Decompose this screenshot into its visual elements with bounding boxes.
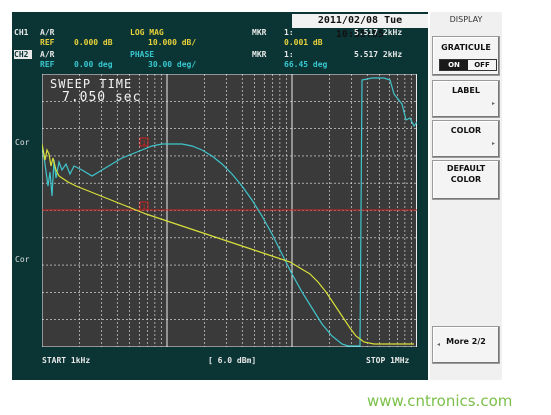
color-button-label: COLOR [450, 126, 482, 135]
softkey-menu-title: DISPLAY [449, 15, 483, 24]
graticule-on: ON [440, 60, 468, 70]
more-button[interactable]: More 2/2 ◂ [432, 326, 500, 364]
trace-plot[interactable]: 1 1 SWEEP TIME 7.050 sec [42, 74, 417, 347]
ch1-format: LOG MAG [130, 28, 164, 37]
graticule-off: OFF [474, 61, 490, 69]
ch2-mkr-value: 66.45 deg [284, 60, 328, 69]
ch2-tag[interactable]: CH2 [14, 50, 32, 59]
ch1-tag[interactable]: CH1 [14, 28, 32, 37]
analyzer-screen: 2011/02/08 Tue 10:55:55 CH1 A/R LOG MAG … [12, 12, 428, 380]
graticule-button[interactable]: GRATICULE ON OFF [432, 36, 500, 76]
sweep-time-label: SWEEP TIME [50, 77, 133, 91]
default-color-button[interactable]: DEFAULT COLOR [432, 160, 500, 200]
cor-tag-upper: Cor [15, 138, 30, 147]
datetime: 2011/02/08 Tue 10:55:55 [292, 14, 428, 40]
watermark: www.cntronics.com [367, 392, 513, 410]
ch2-mkr-label: MKR [252, 50, 267, 59]
ch1-mkr-freq: 5.517 2kHz [354, 28, 403, 37]
ch1-ref-value: 0.000 dB [74, 38, 113, 47]
source-power: [ 6.0 dBm] [208, 356, 257, 365]
color-button[interactable]: COLOR ▸ [432, 120, 500, 158]
graticule-label: GRATICULE [441, 43, 491, 52]
ch1-mkr-label: MKR [252, 28, 267, 37]
marker-1-phase: 1 [142, 139, 146, 147]
label-button[interactable]: LABEL ▸ [432, 80, 500, 118]
ch2-format: PHASE [130, 50, 155, 59]
submenu-arrow-icon: ▸ [491, 140, 495, 147]
ch2-ref-label: REF [40, 60, 55, 69]
more-button-label: More 2/2 [446, 337, 486, 346]
ch2-scale: 30.00 deg/ [148, 60, 197, 69]
plot-svg: 1 1 [42, 74, 417, 347]
sweep-time-value: 7.050 sec [62, 90, 142, 105]
ch1-mkr-num: 1: [284, 28, 294, 37]
arrow-left-icon: ◂ [437, 341, 441, 348]
ch1-mkr-value: 0.001 dB [284, 38, 323, 47]
graticule-toggle[interactable]: ON OFF [439, 59, 497, 71]
ch1-measure: A/R [40, 28, 55, 37]
label-button-label: LABEL [452, 86, 480, 95]
ch2-mkr-freq: 5.517 2kHz [354, 50, 403, 59]
stop-frequency: STOP 1MHz [366, 356, 410, 365]
cor-tag-lower: Cor [15, 255, 30, 264]
default-color-label-1: DEFAULT [446, 164, 486, 173]
submenu-arrow-icon: ▸ [491, 100, 495, 107]
default-color-label-2: COLOR [450, 175, 482, 184]
start-frequency: START 1kHz [42, 356, 91, 365]
softkey-panel: DISPLAY GRATICULE ON OFF LABEL ▸ COLOR ▸… [430, 12, 502, 380]
marker-1-mag: 1 [142, 203, 146, 211]
ch2-measure: A/R [40, 50, 55, 59]
ch1-ref-label: REF [40, 38, 55, 47]
ch1-scale: 10.000 dB/ [148, 38, 197, 47]
ch2-mkr-num: 1: [284, 50, 294, 59]
phase-trace [42, 77, 417, 347]
ch2-ref-value: 0.00 deg [74, 60, 113, 69]
magnitude-trace [42, 143, 414, 345]
